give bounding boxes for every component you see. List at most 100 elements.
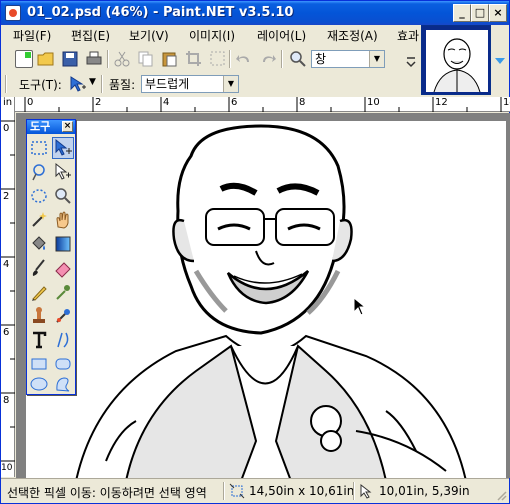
ruler-tick-label: 6 bbox=[3, 327, 10, 338]
image-thumbnail[interactable] bbox=[421, 25, 491, 95]
ruler-tick-label: 12 bbox=[435, 97, 448, 108]
recolor-tool-icon[interactable] bbox=[52, 305, 74, 327]
undo-icon[interactable] bbox=[235, 50, 253, 68]
toolbar-overflow-icon[interactable] bbox=[405, 54, 417, 68]
ruler-tick-label: 10 bbox=[367, 97, 380, 108]
move-selection-tool-icon[interactable] bbox=[69, 75, 87, 93]
ellipse-select-tool-icon[interactable] bbox=[28, 185, 50, 207]
toolbar-separator bbox=[281, 50, 283, 68]
ruler-tick-label: 2 bbox=[3, 191, 10, 202]
resize-grip-icon[interactable] bbox=[495, 489, 507, 501]
toolbar-separator bbox=[5, 75, 7, 93]
portrait-illustration bbox=[26, 121, 506, 478]
move-selection-tool-icon[interactable] bbox=[52, 161, 74, 183]
thumbnail-dropdown-icon[interactable] bbox=[493, 55, 507, 67]
ruler-tick-label: 2 bbox=[95, 97, 102, 108]
thumbnail-preview bbox=[426, 30, 488, 92]
status-separator bbox=[223, 482, 225, 500]
status-separator bbox=[353, 482, 355, 500]
menu-effects[interactable]: 효과 bbox=[397, 27, 419, 44]
print-icon[interactable] bbox=[85, 50, 103, 68]
status-hint: 선택한 픽셀 이동: 이동하려면 선택 영역 bbox=[7, 486, 207, 500]
menu-file[interactable]: 파일(F) bbox=[13, 27, 51, 44]
gradient-tool-icon[interactable] bbox=[52, 233, 74, 255]
pan-tool-icon[interactable] bbox=[52, 209, 74, 231]
ellipse-tool-icon[interactable] bbox=[28, 373, 50, 395]
cursor-position-icon bbox=[359, 483, 375, 499]
chevron-down-icon: ▼ bbox=[369, 51, 384, 67]
tool-options-bar: 도구(T): ▼ 품질: 부드럽게 ▼ bbox=[1, 73, 421, 95]
color-picker-tool-icon[interactable] bbox=[52, 281, 74, 303]
status-bar: 선택한 픽셀 이동: 이동하려면 선택 영역 14,50in x 10,61in… bbox=[1, 478, 509, 503]
window-title: 01_02.psd (46%) - Paint.NET v3.5.10 bbox=[27, 5, 294, 20]
ruler-tick-label: 10 bbox=[1, 463, 13, 473]
main-window: 01_02.psd (46%) - Paint.NET v3.5.10 _ □ … bbox=[0, 0, 510, 504]
tools-window-titlebar[interactable]: 도구 × bbox=[27, 120, 75, 134]
zoom-window-combo[interactable]: 창 ▼ bbox=[311, 50, 385, 68]
maximize-button[interactable]: □ bbox=[471, 4, 489, 22]
zoom-icon[interactable] bbox=[289, 50, 307, 68]
magic-wand-tool-icon[interactable] bbox=[28, 209, 50, 231]
crop-icon[interactable] bbox=[185, 50, 203, 68]
rectangle-tool-icon[interactable] bbox=[28, 353, 50, 375]
app-icon bbox=[5, 5, 21, 21]
tool-dropdown-arrow[interactable]: ▼ bbox=[89, 77, 96, 87]
image-size-icon bbox=[229, 483, 245, 499]
status-image-size: 14,50in x 10,61in bbox=[249, 484, 355, 498]
zoom-window-combo-value: 창 bbox=[315, 52, 327, 66]
tools-window-close-button[interactable]: × bbox=[62, 121, 73, 132]
toolbar-separator bbox=[101, 75, 103, 93]
text-tool-icon[interactable] bbox=[28, 329, 50, 351]
quality-combo[interactable]: 부드럽게 ▼ bbox=[141, 75, 239, 93]
title-bar[interactable]: 01_02.psd (46%) - Paint.NET v3.5.10 _ □ … bbox=[1, 1, 509, 25]
ruler-tick-label: 0 bbox=[3, 123, 10, 134]
ruler-tick-label: 8 bbox=[299, 97, 306, 108]
ruler-tick-label: 6 bbox=[231, 97, 238, 108]
vertical-ruler: in 0 2 4 6 8 10 bbox=[1, 97, 15, 477]
chevron-down-icon: ▼ bbox=[223, 76, 238, 92]
paste-icon[interactable] bbox=[161, 50, 179, 68]
open-folder-icon[interactable] bbox=[37, 50, 55, 68]
image-canvas[interactable] bbox=[26, 121, 506, 478]
ruler-tick-label: 4 bbox=[163, 97, 170, 108]
menu-edit[interactable]: 편집(E) bbox=[71, 27, 110, 44]
menu-layer[interactable]: 레이어(L) bbox=[257, 27, 306, 44]
rounded-rectangle-tool-icon[interactable] bbox=[52, 353, 74, 375]
paint-bucket-tool-icon[interactable] bbox=[28, 233, 50, 255]
mouse-cursor-icon bbox=[353, 296, 367, 317]
paintbrush-tool-icon[interactable] bbox=[28, 257, 50, 279]
rectangle-select-tool-icon[interactable] bbox=[28, 137, 50, 159]
menu-image[interactable]: 이미지(I) bbox=[189, 27, 235, 44]
ruler-tick-label: 14 bbox=[503, 97, 510, 108]
canvas-area[interactable] bbox=[16, 113, 510, 478]
deselect-icon[interactable] bbox=[209, 50, 227, 68]
ruler-tick-label: 4 bbox=[3, 259, 10, 270]
main-toolbar: 창 ▼ bbox=[1, 46, 421, 72]
cut-icon[interactable] bbox=[113, 50, 131, 68]
save-icon[interactable] bbox=[61, 50, 79, 68]
quality-combo-value: 부드럽게 bbox=[145, 77, 190, 91]
close-button[interactable]: × bbox=[489, 4, 507, 22]
move-selected-pixels-tool-icon[interactable] bbox=[52, 137, 74, 159]
tool-label: 도구(T): bbox=[19, 78, 62, 92]
minimize-button[interactable]: _ bbox=[453, 4, 471, 22]
lasso-select-tool-icon[interactable] bbox=[28, 161, 50, 183]
ruler-tick-label: 8 bbox=[3, 395, 10, 406]
horizontal-ruler: 0 2 4 6 8 10 12 14 bbox=[15, 97, 510, 112]
eraser-tool-icon[interactable] bbox=[52, 257, 74, 279]
menu-adjustments[interactable]: 재조정(A) bbox=[327, 27, 378, 44]
copy-icon[interactable] bbox=[137, 50, 155, 68]
tools-window[interactable]: 도구 × bbox=[26, 119, 76, 395]
new-file-icon[interactable] bbox=[15, 50, 33, 68]
clone-stamp-tool-icon[interactable] bbox=[28, 305, 50, 327]
quality-label: 품질: bbox=[109, 78, 136, 92]
freeform-shape-tool-icon[interactable] bbox=[52, 373, 74, 395]
toolbar-separator bbox=[229, 50, 231, 68]
toolbar-separator bbox=[107, 50, 109, 68]
redo-icon[interactable] bbox=[259, 50, 277, 68]
pencil-tool-icon[interactable] bbox=[28, 281, 50, 303]
line-curve-tool-icon[interactable] bbox=[52, 329, 74, 351]
menu-view[interactable]: 보기(V) bbox=[129, 27, 169, 44]
zoom-tool-icon[interactable] bbox=[52, 185, 74, 207]
menu-bar: 파일(F) 편집(E) 보기(V) 이미지(I) 레이어(L) 재조정(A) 효… bbox=[1, 25, 421, 45]
